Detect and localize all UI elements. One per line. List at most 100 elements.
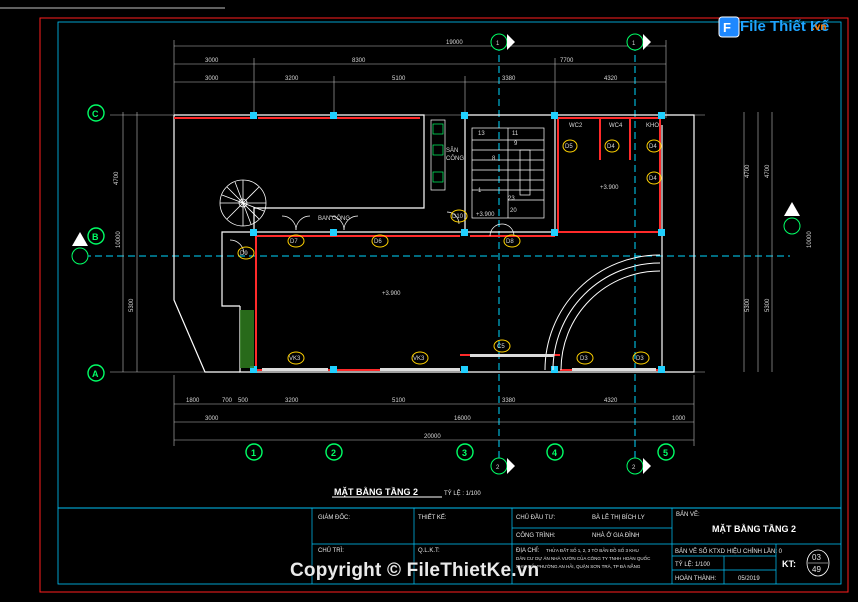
grid-label-5: 5 — [663, 448, 668, 458]
room-wc2: WC2 — [569, 123, 583, 129]
tb-ban-ve-so: BẢN VẼ SỐ KTXD — [675, 548, 726, 555]
dim-right-4: 5300 — [765, 298, 771, 312]
tb-giam-doc: GIÁM ĐỐC: — [318, 514, 350, 521]
door-d4-kho2: D4 — [649, 144, 657, 150]
dim-bot-r2-2: 1000 — [672, 416, 686, 422]
dimension-lines-top — [173, 40, 667, 118]
balcony-furniture — [430, 119, 446, 191]
floor-plan-drawing: 19000 3000 8300 7700 3000 3200 5100 3380… — [0, 7, 849, 593]
tb-ban-ve-label: BẢN VẼ: — [676, 511, 700, 518]
dim-right-3: 5300 — [745, 298, 751, 312]
room-san-cong: SÂN CÔNG — [446, 147, 464, 162]
door-d6: D6 — [374, 239, 382, 245]
grid-label-3: 3 — [462, 448, 467, 458]
sheet-frame — [39, 17, 849, 593]
door-d4-wc4: D4 — [607, 144, 615, 150]
dim-top-r2-2: 7700 — [560, 58, 574, 64]
dim-top-total: 19000 — [446, 40, 463, 46]
dimension-lines-side — [110, 112, 773, 373]
section-marker-left — [71, 232, 89, 265]
window-d3: D3 — [636, 356, 644, 362]
grid-label-2: 2 — [331, 448, 336, 458]
dim-right-2: 10000 — [807, 231, 813, 248]
dim-bot-r1-1: 700 — [222, 398, 233, 404]
window-c5: C5 — [497, 344, 505, 350]
door-d8: D8 — [506, 239, 514, 245]
section-marker-bottom-2 — [626, 457, 651, 475]
door-d10: D10 — [452, 214, 464, 220]
dim-bot-r1-6: 4320 — [604, 398, 618, 404]
grid-lines — [84, 44, 790, 470]
grid-label-1: 1 — [251, 448, 256, 458]
planter — [240, 310, 254, 368]
dim-top-r3-0: 3000 — [205, 76, 219, 82]
dim-top-r3-3: 3380 — [502, 76, 516, 82]
drawing-scale: TỶ LỆ : 1/100 — [444, 489, 481, 497]
dim-bot-r1-3: 3200 — [285, 398, 299, 404]
svg-text:F: F — [723, 20, 731, 35]
section-marker-top-1 — [490, 33, 515, 51]
dim-right-1: 4700 — [765, 164, 771, 178]
section-marker-bottom-1 — [490, 457, 515, 475]
door-swings — [229, 211, 515, 255]
tb-qlkt: Q.L.K.T: — [418, 548, 440, 554]
tb-kt-label: KT: — [782, 559, 796, 569]
dim-left-2: 5300 — [129, 298, 135, 312]
dim-top-r3-1: 3200 — [285, 76, 299, 82]
dim-top-r3-4: 4320 — [604, 76, 618, 82]
tb-dia-chi-label: ĐỊA CHỈ: — [516, 547, 540, 554]
tb-ngay: 05/2019 — [738, 576, 760, 582]
window-vk3-2: VK3 — [413, 356, 425, 362]
logo-suffix: .vn — [812, 22, 827, 33]
dim-bot-total: 20000 — [424, 434, 441, 440]
section-marker-top-2 — [626, 33, 651, 51]
door-tags — [237, 139, 662, 365]
window-vk3-1: VK3 — [289, 356, 301, 362]
grid-label-c: C — [92, 109, 99, 119]
section-markers — [71, 33, 801, 475]
dim-left-1: 10000 — [116, 231, 122, 248]
stair-1: 1 — [478, 188, 482, 194]
door-d7: D7 — [290, 239, 298, 245]
dim-left-0: 4700 — [114, 171, 120, 185]
dim-top-r2-1: 8300 — [352, 58, 366, 64]
stair-8: 8 — [492, 156, 496, 162]
section-marker-right — [783, 202, 801, 235]
copyright-watermark: Copyright © FileThietKe.vn — [290, 560, 540, 581]
dim-right-0: 4700 — [745, 164, 751, 178]
door-d5: D5 — [565, 144, 573, 150]
stair-13: 13 — [478, 131, 485, 137]
tb-dia-chi-1: THỬA ĐẤT SỐ 1, 2, 3 TỜ BẢN ĐỒ SỐ 3 KHU — [546, 547, 639, 553]
dim-bot-r1-0: 1800 — [186, 398, 200, 404]
brand-logo[interactable]: F File Thiết Kế .vn — [718, 14, 830, 40]
tb-cong-trinh-value: NHÀ Ở GIA ĐÌNH — [592, 532, 639, 539]
grid-label-b: B — [92, 232, 99, 242]
tb-hieu-chinh: HIỆU CHỈNH LẦN: 0 — [727, 547, 783, 555]
tb-ty-le: TỶ LỆ: 1/100 — [675, 560, 711, 568]
dim-top-r2-0: 3000 — [205, 58, 219, 64]
tb-kt-den: 49 — [812, 565, 821, 574]
room-kho: KHO — [646, 123, 659, 129]
dim-bot-r1-2: 500 — [238, 398, 249, 404]
dim-bot-r1-5: 3380 — [502, 398, 516, 404]
dim-top-r3-2: 5100 — [392, 76, 406, 82]
grid-label-4: 4 — [552, 448, 557, 458]
dim-bot-r2-1: 16000 — [454, 416, 471, 422]
window-d3-2: D3 — [580, 356, 588, 362]
door-d9: D9 — [240, 251, 248, 257]
dim-bot-r2-0: 3000 — [205, 416, 219, 422]
stair-9: 9 — [514, 141, 518, 147]
stair-icon — [471, 127, 545, 219]
stair-23: 23 — [508, 196, 515, 202]
room-wc4: WC4 — [609, 123, 623, 129]
drawing-title: MẶT BẰNG TẦNG 2 — [334, 487, 418, 497]
tb-chu-dau-tu-value: BÀ LÊ THỊ BÍCH LY — [592, 513, 645, 521]
room-ban-cong: BAN CÔNG — [318, 215, 350, 222]
windows — [262, 354, 656, 371]
grid-label-a: A — [92, 369, 99, 379]
level-right: +3.900 — [600, 185, 619, 191]
spiral-stair-icon — [219, 179, 267, 227]
level-main: +3.900 — [382, 291, 401, 297]
tb-hoan-thanh: HOÀN THÀNH: — [675, 575, 717, 582]
stair-11: 11 — [512, 131, 519, 137]
